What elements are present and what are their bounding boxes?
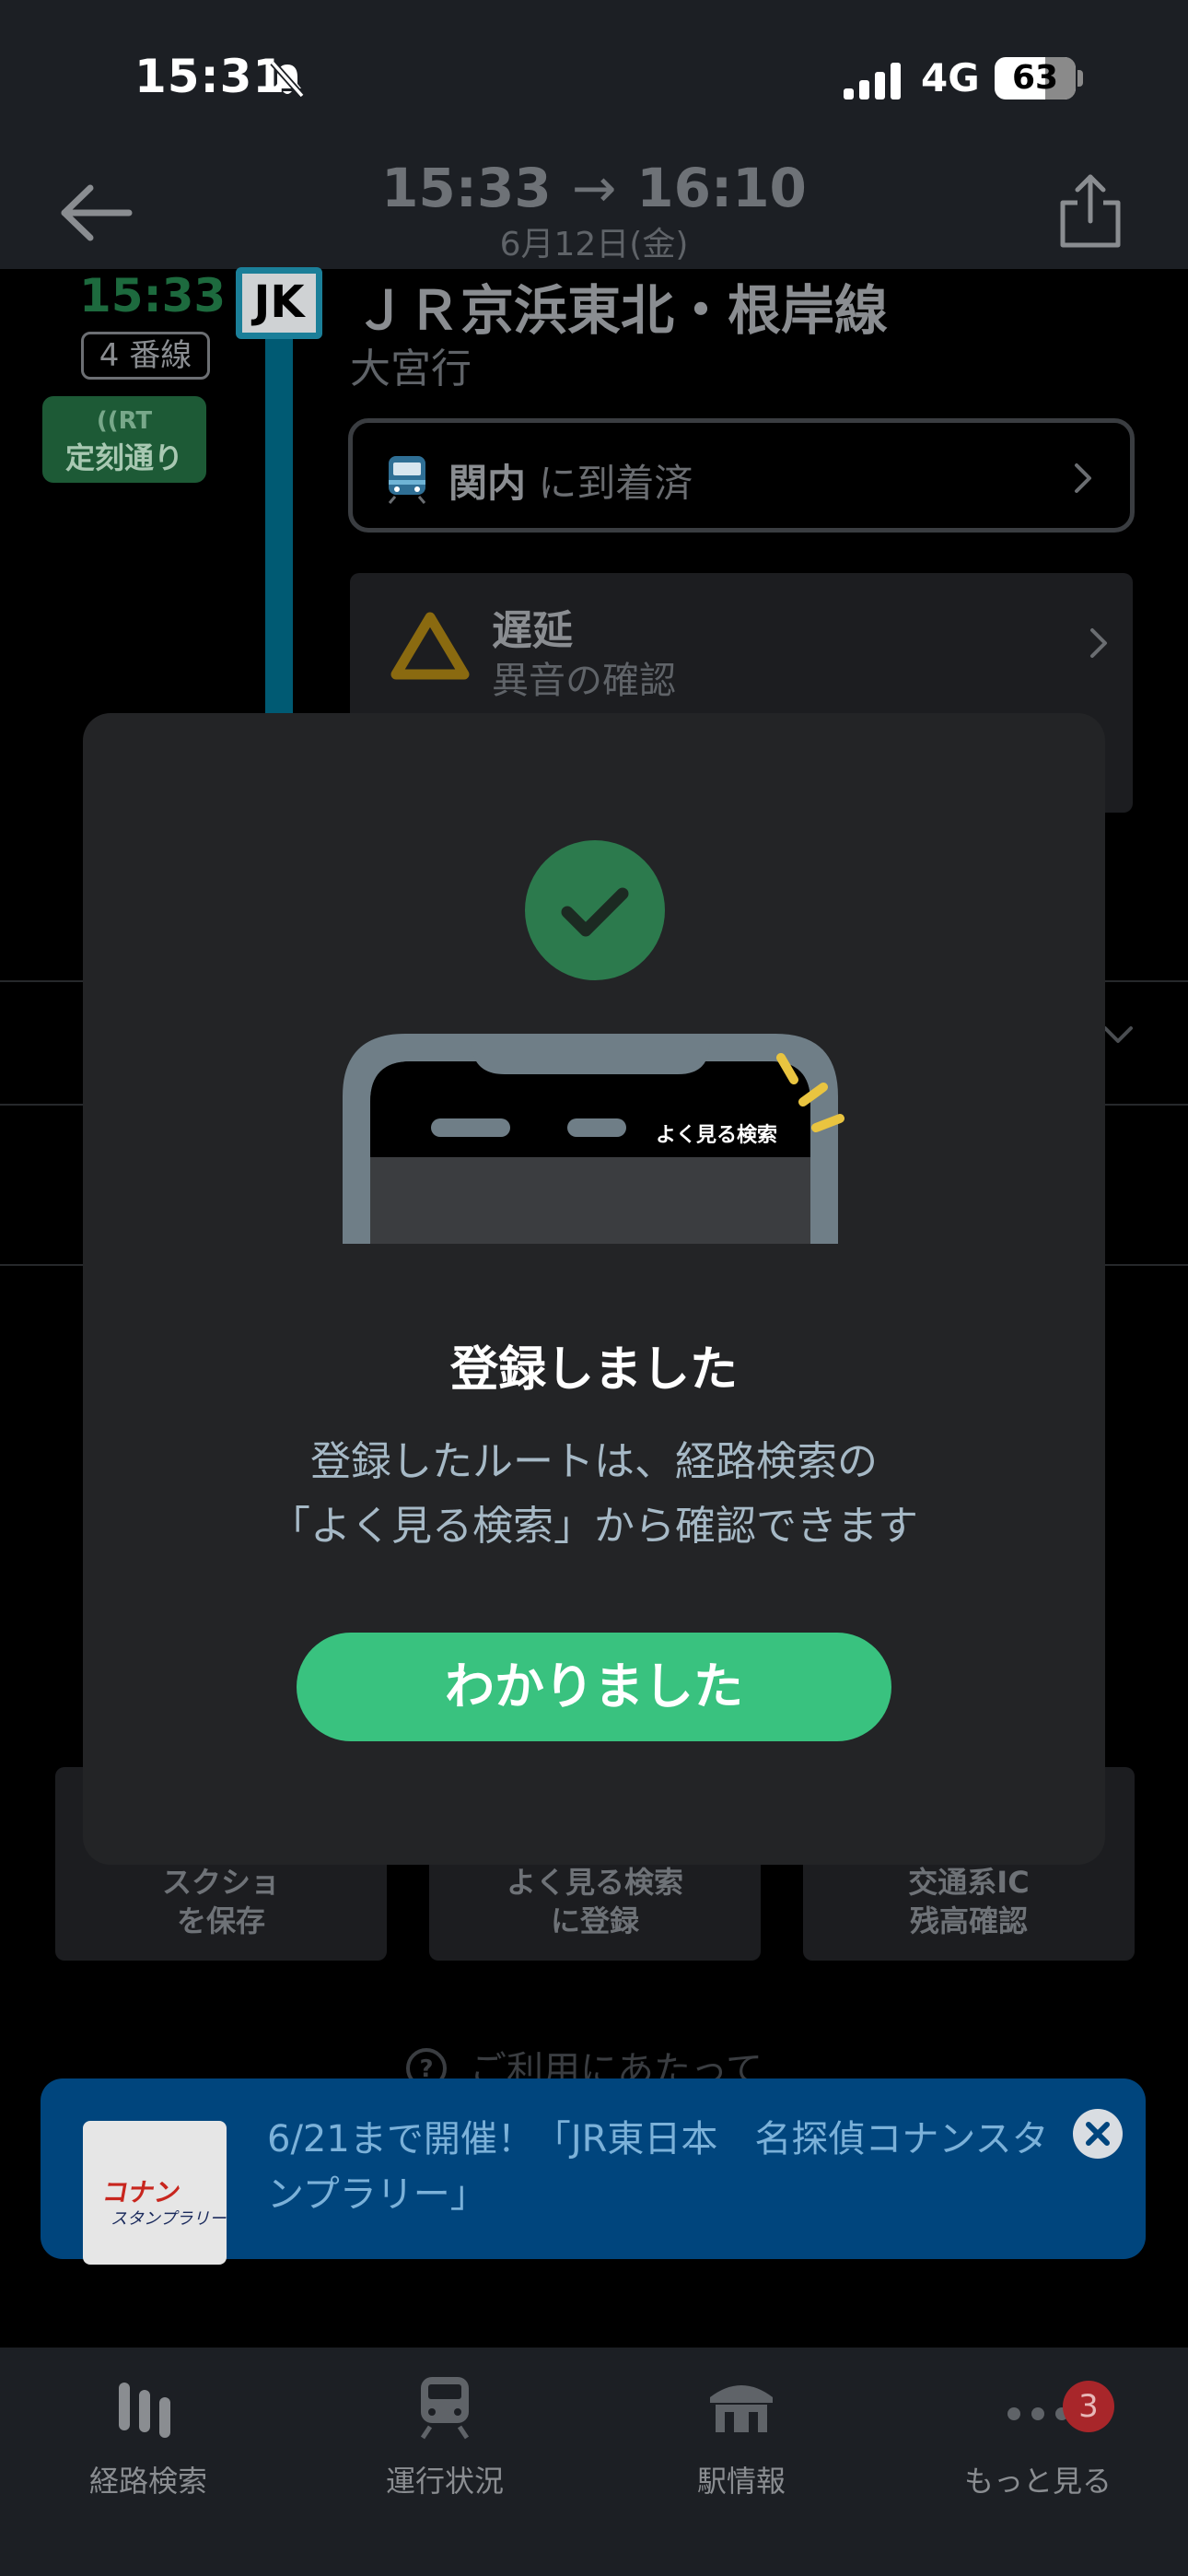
banner-logo-sub: スタンプラリー [111, 2209, 227, 2229]
battery-icon: 63 [995, 57, 1076, 100]
dialog-message: 登録したルートは、経路検索の 「よく見る検索」から確認できます [270, 1438, 918, 1550]
notification-badge: 3 [1063, 2381, 1114, 2432]
station-icon [710, 2385, 773, 2432]
action-label: よく見る検索 に登録 [506, 1865, 683, 1938]
signal-icon [844, 63, 901, 100]
action-label: 交通系IC 残高確認 [908, 1865, 1030, 1938]
check-circle-icon [525, 840, 665, 980]
ok-button[interactable]: わかりました [297, 1633, 891, 1741]
train-status-icon [420, 2377, 470, 2440]
realtime-text: RT [118, 407, 153, 435]
tab-label: 運行状況 [385, 2464, 504, 2499]
close-icon[interactable] [1072, 2108, 1124, 2160]
delay-title: 遅延 [492, 607, 573, 654]
arrival-station: 関内 [448, 461, 527, 506]
status-bar: 15:31 4G 63 [0, 0, 1188, 147]
chevron-right-icon [1090, 628, 1107, 658]
battery-percent: 63 [1011, 59, 1059, 97]
line-code-badge: JK [236, 267, 322, 339]
tab-route-search[interactable]: 経路検索 [0, 2370, 297, 2499]
banner-text: 6/21まで開催！「JR東日本 名探偵コナンスタンプラリー」 [267, 2118, 1049, 2216]
promo-banner[interactable]: コナン スタンプラリー 6/21まで開催！「JR東日本 名探偵コナンスタンプラリ… [41, 2078, 1146, 2265]
arrival-status: 関内 に到着済 [448, 452, 693, 509]
header-arrow: → [571, 157, 617, 219]
tab-train-status[interactable]: 運行状況 [297, 2370, 593, 2499]
route-search-icon [119, 2383, 170, 2438]
tab-label: もっと見る [963, 2464, 1112, 2499]
ontime-badge: ((RT 定刻通り [42, 396, 206, 483]
status-time: 15:31 [134, 50, 286, 103]
arrival-status-text: に到着済 [538, 461, 693, 506]
network-label: 4G [921, 55, 980, 100]
ontime-status: 定刻通り [64, 440, 183, 475]
route-depart-time: 15:33 [79, 269, 227, 322]
line-name: ＪＲ京浜東北・根岸線 [354, 279, 889, 342]
action-label: スクショ を保存 [161, 1865, 280, 1938]
header-date: 6月12日(金) [499, 226, 689, 263]
share-icon[interactable] [1057, 171, 1124, 249]
banner-logo: コナン [99, 2177, 183, 2207]
tab-label: 経路検索 [88, 2464, 207, 2499]
battery-tip [1077, 70, 1083, 87]
phone-illustration [343, 1034, 844, 1244]
tab-more[interactable]: もっと見る [890, 2370, 1186, 2499]
chevron-down-icon[interactable] [1101, 1025, 1135, 1047]
banner-thumbnail: コナン スタンプラリー [83, 2121, 227, 2265]
illustration-label: よく見る検索 [656, 1124, 778, 1147]
tab-bar: 経路検索 運行状況 駅情報 もっと見る [0, 2348, 1188, 2576]
header-depart-time: 15:33 [381, 157, 552, 219]
route-header: 15:33 → 16:10 6月12日(金) [0, 147, 1188, 269]
header-arrive-time: 16:10 [636, 157, 807, 219]
arrival-card[interactable]: 関内 に到着済 [348, 418, 1135, 533]
platform-badge: 4 番線 [81, 332, 210, 380]
dialog-title: 登録しました [449, 1342, 738, 1398]
tab-label: 駅情報 [696, 2464, 786, 2499]
bell-muted-icon [270, 60, 305, 99]
app-root: 15:31 4G 63 15:33 → 16:10 6月12日(金) 15:33… [0, 0, 1188, 2576]
line-destination: 大宮行 [350, 345, 472, 392]
train-icon [388, 456, 426, 504]
realtime-label: ((RT [96, 407, 153, 435]
header-times: 15:33 → 16:10 [0, 157, 1188, 219]
delay-subtitle: 異音の確認 [492, 660, 676, 702]
registration-complete-dialog: よく見る検索 登録しました 登録したルートは、経路検索の 「よく見る検索」から確… [83, 713, 1105, 1865]
chevron-right-icon [1075, 463, 1091, 493]
tab-station-info[interactable]: 駅情報 [593, 2370, 890, 2499]
warning-icon [390, 612, 470, 680]
